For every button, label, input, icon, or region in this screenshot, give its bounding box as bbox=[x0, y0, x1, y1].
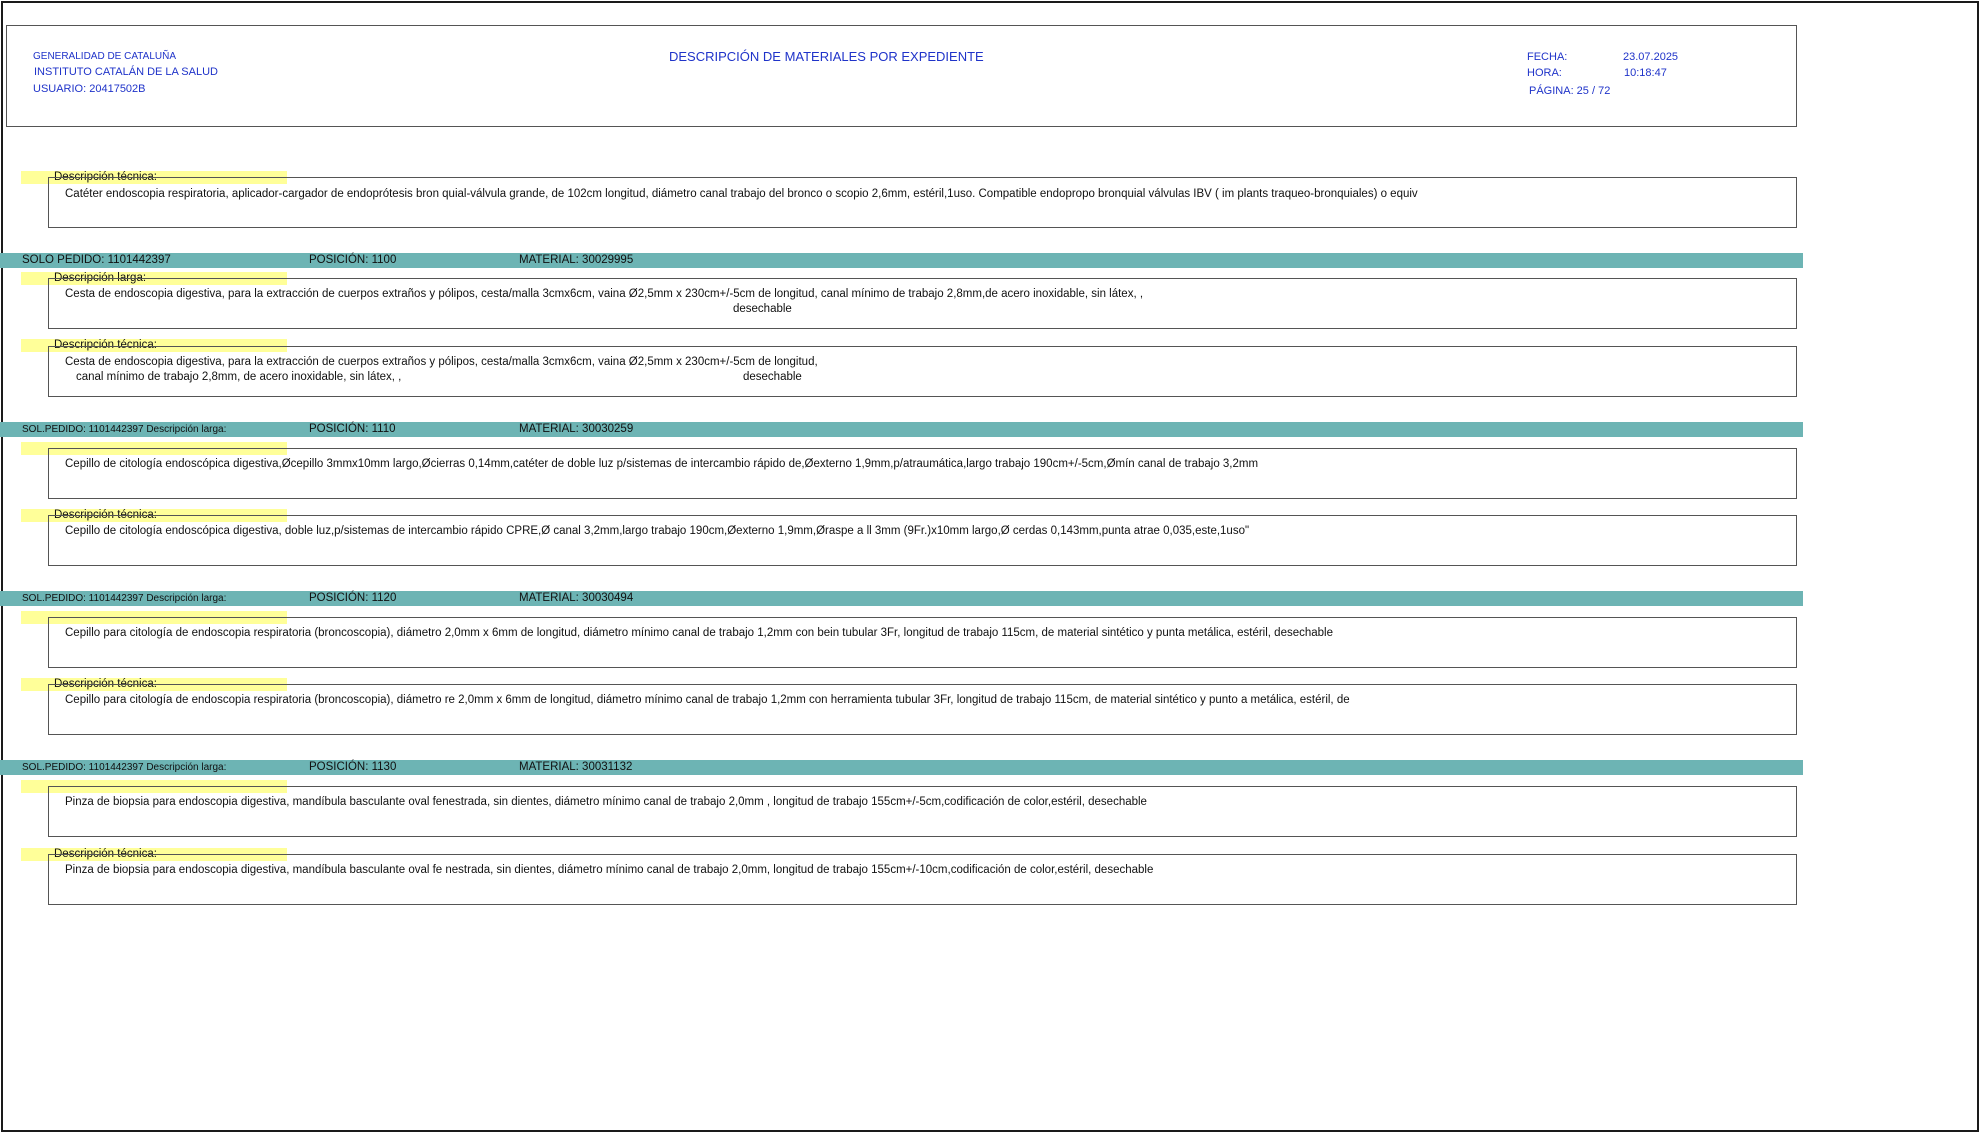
order-number: SOLO PEDIDO: 1101442397 bbox=[22, 254, 171, 266]
long-description-box: Cepillo para citología de endoscopia res… bbox=[48, 617, 1797, 668]
position-number: POSICIÓN: 1120 bbox=[309, 592, 397, 604]
technical-description-box: Cepillo de citología endoscópica digesti… bbox=[48, 515, 1797, 566]
material-number: MATERIAL: 30030494 bbox=[519, 592, 634, 604]
technical-text: Cepillo para citología de endoscopia res… bbox=[65, 694, 1350, 706]
position-number: POSICIÓN: 1100 bbox=[309, 254, 397, 266]
material-number: MATERIAL: 30031132 bbox=[519, 761, 633, 773]
technical-description-box: Pinza de biopsia para endoscopia digesti… bbox=[48, 854, 1797, 905]
item-header-bar: SOL.PEDIDO: 1101442397 Descripción larga… bbox=[0, 422, 1803, 437]
user-id: USUARIO: 20417502B bbox=[33, 83, 146, 95]
technical-text: Cesta de endoscopia digestiva, para la e… bbox=[65, 356, 818, 368]
page-number: PÁGINA: 25 / 72 bbox=[1529, 85, 1611, 97]
material-number: MATERIAL: 30030259 bbox=[519, 423, 634, 435]
long-description-text: Cepillo para citología de endoscopia res… bbox=[65, 627, 1334, 639]
technical-text: canal mínimo de trabajo 2,8mm, de acero … bbox=[76, 371, 402, 383]
position-number: POSICIÓN: 1130 bbox=[309, 761, 397, 773]
technical-description-box: Cepillo para citología de endoscopia res… bbox=[48, 684, 1797, 735]
date-label: FECHA: bbox=[1527, 51, 1568, 63]
item-header-bar: SOLO PEDIDO: 1101442397 POSICIÓN: 1100 M… bbox=[0, 253, 1803, 268]
report-header: GENERALIDAD DE CATALUÑA INSTITUTO CATALÁ… bbox=[6, 25, 1797, 127]
page-frame bbox=[1, 1, 1979, 1132]
long-description-text: Cesta de endoscopia digestiva, para la e… bbox=[65, 288, 1144, 300]
long-description-box: Pinza de biopsia para endoscopia digesti… bbox=[48, 786, 1797, 837]
order-number: SOL.PEDIDO: 1101442397 Descripción larga… bbox=[22, 593, 227, 604]
org-name: GENERALIDAD DE CATALUÑA bbox=[33, 51, 176, 62]
technical-text: Pinza de biopsia para endoscopia digesti… bbox=[65, 864, 1154, 876]
date-value: 23.07.2025 bbox=[1623, 51, 1679, 63]
technical-description-box: Cesta de endoscopia digestiva, para la e… bbox=[48, 346, 1797, 397]
order-number: SOL.PEDIDO: 1101442397 Descripción larga… bbox=[22, 762, 227, 773]
long-description-box: Cepillo de citología endoscópica digesti… bbox=[48, 448, 1797, 499]
time-label: HORA: bbox=[1527, 67, 1562, 79]
order-number: SOL.PEDIDO: 1101442397 Descripción larga… bbox=[22, 424, 227, 435]
position-number: POSICIÓN: 1110 bbox=[309, 423, 396, 435]
time-value: 10:18:47 bbox=[1624, 67, 1667, 79]
item-header-bar: SOL.PEDIDO: 1101442397 Descripción larga… bbox=[0, 591, 1803, 606]
technical-text: Cepillo de citología endoscópica digesti… bbox=[65, 525, 1250, 537]
technical-text: desechable bbox=[743, 371, 802, 383]
material-number: MATERIAL: 30029995 bbox=[519, 254, 634, 266]
report-title: DESCRIPCIÓN DE MATERIALES POR EXPEDIENTE bbox=[669, 49, 984, 64]
institute-name: INSTITUTO CATALÁN DE LA SALUD bbox=[34, 66, 218, 78]
technical-text: Catéter endoscopia respiratoria, aplicad… bbox=[65, 188, 1418, 200]
long-description-text: Cepillo de citología endoscópica digesti… bbox=[65, 458, 1259, 470]
long-description-text: desechable bbox=[733, 303, 792, 315]
item-header-bar: SOL.PEDIDO: 1101442397 Descripción larga… bbox=[0, 760, 1803, 775]
technical-description-box: Catéter endoscopia respiratoria, aplicad… bbox=[48, 177, 1797, 228]
long-description-text: Pinza de biopsia para endoscopia digesti… bbox=[65, 796, 1147, 808]
long-description-box: Cesta de endoscopia digestiva, para la e… bbox=[48, 278, 1797, 329]
